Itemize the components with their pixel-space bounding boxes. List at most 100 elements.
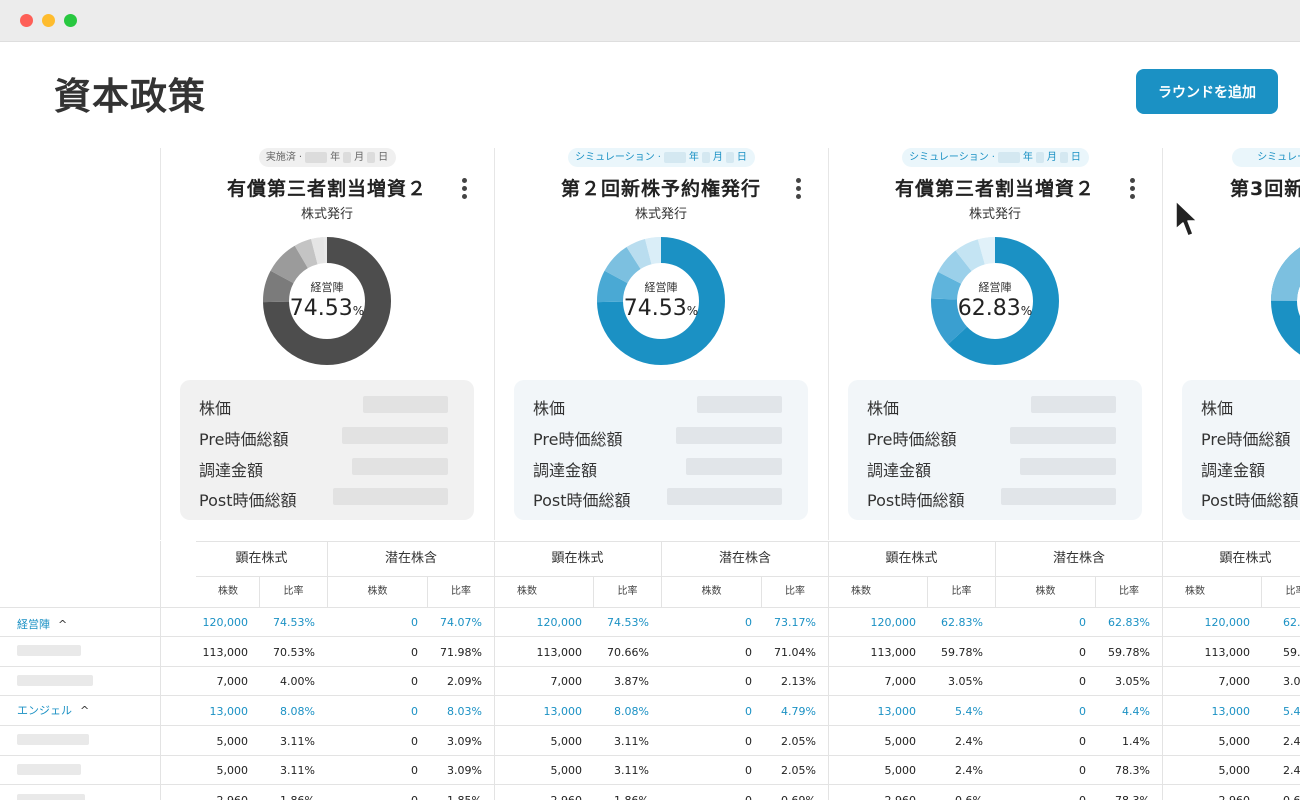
more-options-icon[interactable] [461, 178, 467, 202]
add-round-button[interactable]: ラウンドを追加 [1136, 69, 1278, 114]
donut-label: 経営陣 [310, 281, 344, 294]
group-management[interactable]: 経営陣 ^ [17, 616, 67, 632]
shareholding-table: 顕在株式 潜在株含 株数 比率 株数 比率 顕在株式 潜在株含 株数 比率 株数 比率 顕在株式 潜在株含… [0, 541, 1300, 800]
visible-shares-header: 顕在株式 [235, 551, 288, 566]
chevron-up-icon[interactable]: ^ [80, 704, 89, 717]
donut-value: 74.53% [623, 296, 699, 321]
table-cell: 62.83% [1108, 616, 1150, 629]
table-cell: 8.08% [614, 705, 649, 718]
donut-value: 62.83% [957, 296, 1033, 321]
post-valuation-label: Post時価総額 [199, 491, 297, 510]
table-cell: 74.07% [440, 616, 482, 629]
table-cell: 113,000 [870, 646, 917, 659]
table-cell: 0 [745, 616, 752, 629]
maximize-window-button[interactable] [64, 14, 77, 27]
group-angel[interactable]: エンジェル ^ [17, 702, 89, 718]
table-cell: 1.4% [1122, 735, 1150, 748]
more-options-icon[interactable] [1129, 178, 1135, 202]
table-cell: 1.85% [412, 794, 482, 800]
table-row-border [0, 725, 1300, 726]
table-cell: 0 [745, 735, 752, 748]
status-text: シミュレーション [575, 152, 655, 163]
table-cell: 0 [745, 705, 752, 718]
table-cell: 4.4% [1122, 705, 1150, 718]
table-cell: 1.86% [245, 794, 315, 800]
table-cell: 0 [1079, 646, 1086, 659]
close-window-button[interactable] [20, 14, 33, 27]
column-divider [494, 541, 495, 800]
table-cell: 120,000 [1204, 616, 1251, 629]
shareholder-name-placeholder [17, 764, 81, 775]
value-placeholder [333, 488, 448, 505]
table-cell: 59.78% [1108, 646, 1150, 659]
table-cell: 2,960 [512, 794, 583, 800]
round-title: 第２回新株予約権発行 [560, 178, 761, 200]
visible-shares-header: 顕在株式 [1219, 551, 1272, 566]
ratio-subheader: 比率 [1095, 577, 1162, 607]
date-placeholder [997, 152, 1020, 163]
day-unit: 日 [378, 152, 389, 163]
table-cell: 71.98% [440, 646, 482, 659]
year-unit: 年 [330, 152, 341, 163]
round-title: 有償第三者割当増資２ [894, 178, 1095, 200]
valuation-box: 株価 Pre時価総額 調達金額 Post時価総額 [848, 380, 1142, 520]
round-card: シミュレーション · 年 月 日 第２回新株予約権発行 株式発行 経営陣 74.5… [494, 146, 828, 526]
table-cell: 0 [411, 764, 418, 777]
table-cell: 13,000 [877, 705, 917, 718]
potential-shares-header: 潜在株含 [661, 541, 828, 576]
table-cell: 5.4% [955, 705, 983, 718]
table-cell: 120,000 [870, 616, 917, 629]
pre-valuation-label: Pre時価総額 [199, 430, 289, 449]
value-placeholder [1001, 488, 1116, 505]
shares-subheader: 株数 [661, 577, 761, 607]
table-cell: 3.0 [1283, 675, 1300, 688]
share-price-label: 株価 [867, 399, 900, 418]
table-cell: 0 [745, 764, 752, 777]
minimize-window-button[interactable] [42, 14, 55, 27]
year-unit: 年 [688, 152, 699, 163]
round-card: 実施済 · 年 月 日 有償第三者割当増資２ 株式発行 経営陣 74.53% 株価… [160, 146, 494, 526]
column-divider [1162, 541, 1163, 800]
table-cell: 0 [411, 646, 418, 659]
status-text: 実施済 [265, 152, 296, 163]
table-cell: 3.09% [447, 735, 482, 748]
table-cell: 7,000 [550, 675, 583, 688]
valuation-box: 株価 Pre時価総額 調達金額 Post時価総額 [180, 380, 474, 520]
table-cell: 3.05% [948, 675, 983, 688]
table-cell: 0 [411, 705, 418, 718]
potential-shares-header: 潜在株含 [327, 541, 494, 576]
table-cell: 70.53% [273, 646, 315, 659]
table-row-border [0, 695, 1300, 696]
value-placeholder [342, 427, 448, 444]
table-cell: 2.4 [1283, 764, 1300, 777]
day-unit: 日 [736, 152, 747, 163]
chevron-up-icon[interactable]: ^ [58, 618, 67, 631]
table-cell: 5,000 [1218, 735, 1251, 748]
ratio-subheader: 比率 [927, 577, 995, 607]
column-divider [828, 541, 829, 800]
table-row-border [0, 784, 1300, 785]
table-cell: 2.4% [955, 735, 983, 748]
table-cell: 0 [411, 675, 418, 688]
table-cell: 2.4% [955, 764, 983, 777]
shares-subheader: 株数 [1185, 586, 1205, 597]
shares-subheader: 株数 [851, 586, 871, 597]
date-placeholder [701, 152, 710, 163]
table-row-border [0, 636, 1300, 637]
post-valuation-label: Post時価総額 [867, 491, 965, 510]
value-placeholder [363, 396, 448, 413]
valuation-box: 株価 Pre時価総額 調達金額 Post時価総額 [514, 380, 808, 520]
table-cell: 0.69% [746, 794, 816, 800]
date-placeholder [367, 152, 376, 163]
post-valuation-label: Post時価総額 [533, 491, 631, 510]
table-cell: 74.53% [273, 616, 315, 629]
more-options-icon[interactable] [795, 178, 801, 202]
value-placeholder [667, 488, 782, 505]
shareholder-name-placeholder [17, 675, 93, 686]
table-cell: 2,960 [1180, 794, 1251, 800]
table-cell: 74.53% [607, 616, 649, 629]
ratio-subheader: 比率 [761, 577, 828, 607]
table-cell: 0.6% [913, 794, 983, 800]
table-cell: 2.13% [781, 675, 816, 688]
shares-subheader: 株数 [327, 577, 427, 607]
